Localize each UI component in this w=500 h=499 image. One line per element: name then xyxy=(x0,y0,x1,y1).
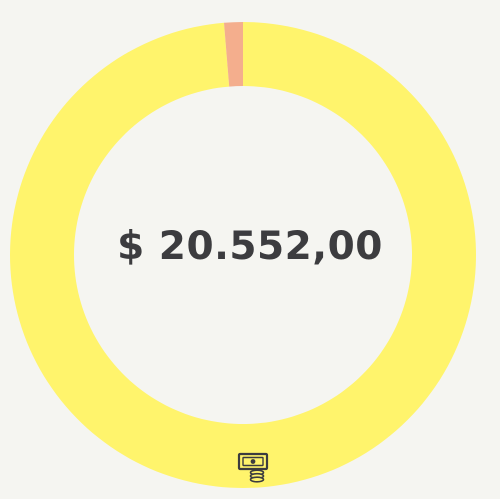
donut-widget: $ 20.552,00 xyxy=(0,0,500,499)
total-amount: $ 20.552,00 xyxy=(117,224,383,269)
cash-coins-icon xyxy=(237,452,269,483)
